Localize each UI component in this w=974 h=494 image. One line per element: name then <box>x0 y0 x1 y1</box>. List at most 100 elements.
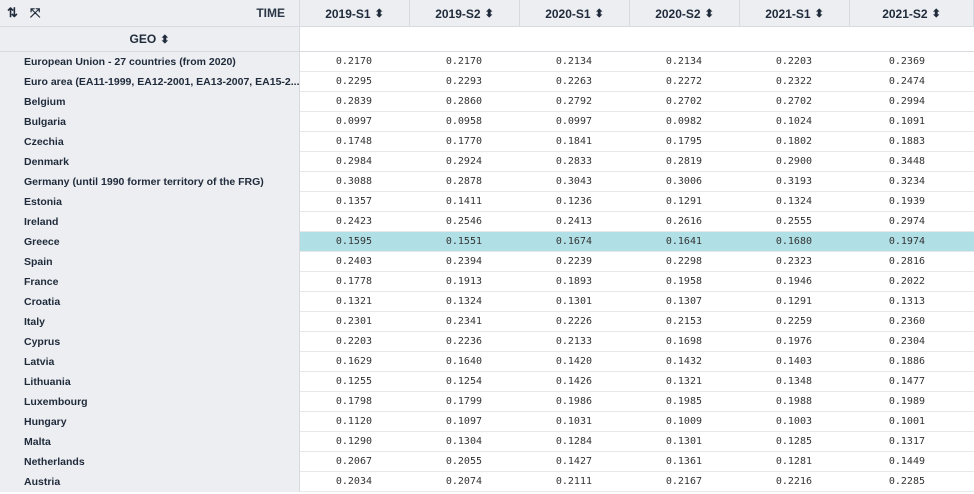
table-cell[interactable]: 0.2974 <box>300 212 925 232</box>
row-values: 0.1629 0.1640 0.1420 0.1432 0.1403 0.1886 <box>300 352 974 372</box>
row-geo-label[interactable]: Netherlands <box>0 452 300 472</box>
table-row[interactable]: Netherlands 0.2067 0.2055 0.1427 0.1361 0.128… <box>0 452 974 472</box>
row-geo-label[interactable]: Germany (until 1990 former territory of … <box>0 172 300 192</box>
column-header-2019-s2[interactable]: 2019-S2 ⬍ <box>410 0 520 27</box>
column-header-2019-s1[interactable]: 2019-S1 ⬍ <box>300 0 410 27</box>
table-row[interactable]: Ireland 0.2423 0.2546 0.2413 0.2616 0.2555 0.2… <box>0 212 974 232</box>
row-geo-label[interactable]: France <box>0 272 300 292</box>
sort-icon[interactable]: ⬍ <box>160 33 169 46</box>
table-cell[interactable]: 0.1449 <box>300 452 925 472</box>
sort-icon[interactable]: ⬍ <box>932 7 941 20</box>
table-row[interactable]: Euro area (EA11-1999, EA12-2001, EA13-20… <box>0 72 974 92</box>
row-geo-label[interactable]: Belgium <box>0 92 300 112</box>
row-geo-label[interactable]: Denmark <box>0 152 300 172</box>
table-cell[interactable]: 0.1974 <box>300 232 925 252</box>
table-row[interactable]: Lithuania 0.1255 0.1254 0.1426 0.1321 0.1348 0… <box>0 372 974 392</box>
column-header-2020-s1[interactable]: 2020-S1 ⬍ <box>520 0 630 27</box>
row-geo-label[interactable]: Hungary <box>0 412 300 432</box>
table-cell[interactable]: 0.1317 <box>300 432 925 452</box>
geo-label: GEO <box>129 32 157 46</box>
row-values: 0.1357 0.1411 0.1236 0.1291 0.1324 0.1939 <box>300 192 974 212</box>
table-cell[interactable]: 0.1477 <box>300 372 925 392</box>
table-row[interactable]: Estonia 0.1357 0.1411 0.1236 0.1291 0.1324 0.1… <box>0 192 974 212</box>
table-cell[interactable]: 0.3448 <box>300 152 925 172</box>
row-values: 0.1798 0.1799 0.1986 0.1985 0.1988 0.1989 <box>300 392 974 412</box>
sort-icon[interactable]: ⬍ <box>815 7 824 20</box>
time-dimension-label[interactable]: TIME <box>256 6 285 20</box>
sort-arrows-icon[interactable]: ⇅ <box>7 5 18 21</box>
column-header-2021-s1[interactable]: 2021-S1 ⬍ <box>740 0 850 27</box>
table-cell[interactable]: 0.1886 <box>300 352 925 372</box>
time-header-row: ⇅ ⤧ TIME 2019-S1 ⬍ 2019-S2 ⬍ 2020-S1 ⬍ 2020-S2… <box>0 0 974 27</box>
row-values: 0.2423 0.2546 0.2413 0.2616 0.2555 0.2974 <box>300 212 974 232</box>
table-cell[interactable]: 0.2994 <box>300 92 925 112</box>
table-cell[interactable]: 0.2474 <box>300 72 925 92</box>
table-row[interactable]: Italy 0.2301 0.2341 0.2226 0.2153 0.2259 0.236… <box>0 312 974 332</box>
row-values: 0.2067 0.2055 0.1427 0.1361 0.1281 0.1449 <box>300 452 974 472</box>
table-cell[interactable]: 0.1001 <box>300 412 925 432</box>
table-row[interactable]: Hungary 0.1120 0.1097 0.1031 0.1009 0.1003 0.1… <box>0 412 974 432</box>
row-geo-label[interactable]: European Union - 27 countries (from 2020… <box>0 52 300 72</box>
column-header-2021-s2[interactable]: 2021-S2 ⬍ <box>850 0 974 27</box>
row-geo-label[interactable]: Cyprus <box>0 332 300 352</box>
row-geo-label[interactable]: Latvia <box>0 352 300 372</box>
table-cell[interactable]: 0.2816 <box>300 252 925 272</box>
table-row[interactable]: Croatia 0.1321 0.1324 0.1301 0.1307 0.1291 0.1… <box>0 292 974 312</box>
row-values: 0.2984 0.2924 0.2833 0.2819 0.2900 0.3448 <box>300 152 974 172</box>
row-values: 0.1321 0.1324 0.1301 0.1307 0.1291 0.1313 <box>300 292 974 312</box>
table-row[interactable]: France 0.1778 0.1913 0.1893 0.1958 0.1946 0.20… <box>0 272 974 292</box>
table-row[interactable]: Belgium 0.2839 0.2860 0.2792 0.2702 0.2702 0.2… <box>0 92 974 112</box>
row-geo-label[interactable]: Croatia <box>0 292 300 312</box>
sort-icon[interactable]: ⬍ <box>705 7 714 20</box>
row-geo-label[interactable]: Spain <box>0 252 300 272</box>
row-geo-label[interactable]: Austria <box>0 472 300 492</box>
geo-dimension-header[interactable]: GEO ⬍ <box>0 27 300 52</box>
expand-icon[interactable]: ⤧ <box>30 5 40 21</box>
table-row[interactable]: Cyprus 0.2203 0.2236 0.2133 0.1698 0.1976 0.23… <box>0 332 974 352</box>
row-geo-label[interactable]: Italy <box>0 312 300 332</box>
table-cell[interactable]: 0.2285 <box>300 472 925 492</box>
sort-icon[interactable]: ⬍ <box>485 7 494 20</box>
sort-icon[interactable]: ⬍ <box>595 7 604 20</box>
table-cell[interactable]: 0.2369 <box>300 52 925 72</box>
column-header-label: 2020-S2 <box>655 6 701 21</box>
table-cell[interactable]: 0.2022 <box>300 272 925 292</box>
table-row[interactable]: Malta 0.1290 0.1304 0.1284 0.1301 0.1285 0.131… <box>0 432 974 452</box>
table-cell[interactable]: 0.1989 <box>300 392 925 412</box>
row-geo-label[interactable]: Czechia <box>0 132 300 152</box>
table-row[interactable]: Germany (until 1990 former territory of … <box>0 172 974 192</box>
table-row[interactable]: Czechia 0.1748 0.1770 0.1841 0.1795 0.1802 0.1… <box>0 132 974 152</box>
table-row[interactable]: Denmark 0.2984 0.2924 0.2833 0.2819 0.2900 0.3… <box>0 152 974 172</box>
geo-header-row: GEO ⬍ <box>0 27 974 52</box>
table-cell[interactable]: 0.3234 <box>300 172 925 192</box>
table-cell[interactable]: 0.1313 <box>300 292 925 312</box>
row-values: 0.0997 0.0958 0.0997 0.0982 0.1024 0.1091 <box>300 112 974 132</box>
row-values: 0.2403 0.2394 0.2239 0.2298 0.2323 0.2816 <box>300 252 974 272</box>
row-geo-label[interactable]: Ireland <box>0 212 300 232</box>
table-cell[interactable]: 0.2360 <box>300 312 925 332</box>
row-geo-label[interactable]: Malta <box>0 432 300 452</box>
table-row[interactable]: Greece 0.1595 0.1551 0.1674 0.1641 0.1680 0.19… <box>0 232 974 252</box>
table-row[interactable]: Luxembourg 0.1798 0.1799 0.1986 0.1985 0.1988… <box>0 392 974 412</box>
row-values: 0.3088 0.2878 0.3043 0.3006 0.3193 0.3234 <box>300 172 974 192</box>
table-row[interactable]: Latvia 0.1629 0.1640 0.1420 0.1432 0.1403 0.18… <box>0 352 974 372</box>
table-cell[interactable]: 0.1939 <box>300 192 925 212</box>
row-geo-label[interactable]: Euro area (EA11-1999, EA12-2001, EA13-20… <box>0 72 300 92</box>
table-row[interactable]: Spain 0.2403 0.2394 0.2239 0.2298 0.2323 0.281… <box>0 252 974 272</box>
table-row[interactable]: Bulgaria 0.0997 0.0958 0.0997 0.0982 0.1024 0.… <box>0 112 974 132</box>
row-geo-label[interactable]: Luxembourg <box>0 392 300 412</box>
row-geo-label[interactable]: Estonia <box>0 192 300 212</box>
sort-icon[interactable]: ⬍ <box>375 7 384 20</box>
row-values: 0.2034 0.2074 0.2111 0.2167 0.2216 0.2285 <box>300 472 974 492</box>
row-values: 0.2301 0.2341 0.2226 0.2153 0.2259 0.2360 <box>300 312 974 332</box>
table-cell[interactable]: 0.2304 <box>300 332 925 352</box>
table-row[interactable]: European Union - 27 countries (from 2020… <box>0 52 974 72</box>
table-cell[interactable]: 0.1091 <box>300 112 925 132</box>
row-geo-label[interactable]: Lithuania <box>0 372 300 392</box>
column-header-2020-s2[interactable]: 2020-S2 ⬍ <box>630 0 740 27</box>
table-row[interactable]: Austria 0.2034 0.2074 0.2111 0.2167 0.2216 0.2… <box>0 472 974 492</box>
row-geo-label[interactable]: Greece <box>0 232 300 252</box>
table-cell[interactable]: 0.1883 <box>300 132 925 152</box>
row-geo-label[interactable]: Bulgaria <box>0 112 300 132</box>
row-values: 0.2203 0.2236 0.2133 0.1698 0.1976 0.2304 <box>300 332 974 352</box>
